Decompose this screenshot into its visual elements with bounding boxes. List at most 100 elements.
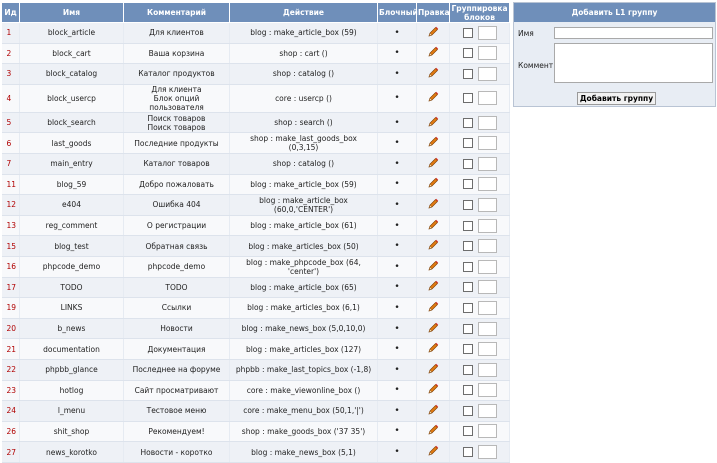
pencil-icon[interactable] — [427, 404, 439, 418]
pencil-icon[interactable] — [427, 260, 439, 274]
row-name: phpcode_demo — [19, 256, 124, 278]
row-id: 16 — [1, 256, 20, 278]
row-group-cell — [449, 22, 510, 44]
row-block-flag: • — [377, 194, 417, 216]
row-name: main_entry — [19, 153, 124, 175]
pencil-icon[interactable] — [427, 46, 439, 60]
pencil-icon[interactable] — [427, 383, 439, 397]
row-block-flag: • — [377, 112, 417, 134]
pencil-icon[interactable] — [427, 322, 439, 336]
group-checkbox[interactable] — [462, 282, 473, 293]
add-group-button[interactable]: Добавить группу — [577, 92, 656, 105]
group-order-input[interactable] — [477, 156, 497, 171]
row-group-cell — [449, 43, 510, 65]
pencil-icon[interactable] — [427, 198, 439, 212]
group-checkbox[interactable] — [462, 323, 473, 334]
group-order-input[interactable] — [477, 259, 497, 274]
group-order-input[interactable] — [477, 362, 497, 377]
block-dot: • — [394, 364, 400, 375]
group-order-input[interactable] — [477, 66, 497, 81]
group-checkbox[interactable] — [462, 385, 473, 396]
row-action: shop : catalog () — [229, 153, 378, 175]
table-body: 1 block_article Для клиентов blog : make_ar… — [1, 22, 510, 463]
row-comment: Ошибка 404 — [123, 194, 230, 216]
table-row: 15 blog_test Обратная связь blog : make_art… — [1, 235, 510, 257]
group-order-input[interactable] — [477, 115, 497, 130]
group-checkbox[interactable] — [462, 344, 473, 355]
group-order-input[interactable] — [477, 218, 497, 233]
table-row: 22 phpbb_glance Последнее на форуме phpbb :… — [1, 359, 510, 381]
table-row: 11 blog_59 Добро пожаловать blog : make_art… — [1, 174, 510, 196]
pencil-icon[interactable] — [427, 239, 439, 253]
group-checkbox[interactable] — [462, 241, 473, 252]
add-group-title: Добавить L1 группу — [514, 3, 715, 22]
pencil-icon[interactable] — [427, 301, 439, 315]
pencil-icon[interactable] — [427, 219, 439, 233]
pencil-icon[interactable] — [427, 445, 439, 459]
group-order-input[interactable] — [477, 383, 497, 398]
group-checkbox[interactable] — [462, 117, 473, 128]
row-group-cell — [449, 132, 510, 154]
group-order-input[interactable] — [477, 239, 497, 254]
group-checkbox[interactable] — [462, 405, 473, 416]
table-row: 5 block_search Поиск товаров Поиск товаров… — [1, 112, 510, 134]
pencil-icon[interactable] — [427, 280, 439, 294]
group-checkbox[interactable] — [462, 93, 473, 104]
pencil-icon[interactable] — [427, 157, 439, 171]
pencil-icon[interactable] — [427, 342, 439, 356]
row-action: core : make_viewonline_box () — [229, 380, 378, 402]
group-checkbox[interactable] — [462, 138, 473, 149]
group-comment-textarea[interactable] — [554, 43, 713, 83]
group-checkbox[interactable] — [462, 179, 473, 190]
pencil-icon[interactable] — [427, 136, 439, 150]
group-order-input[interactable] — [477, 91, 497, 106]
header-name: Имя — [19, 2, 124, 23]
pencil-icon[interactable] — [427, 26, 439, 40]
row-edit-cell — [416, 63, 450, 85]
group-order-input[interactable] — [477, 424, 497, 439]
row-comment: Поиск товаров Поиск товаров — [123, 112, 230, 134]
group-order-input[interactable] — [477, 321, 497, 336]
row-action: blog : make_article_box (59) — [229, 22, 378, 44]
group-order-input[interactable] — [477, 445, 497, 460]
group-checkbox[interactable] — [462, 27, 473, 38]
group-order-input[interactable] — [477, 403, 497, 418]
row-id: 21 — [1, 338, 20, 360]
group-order-input[interactable] — [477, 197, 497, 212]
group-checkbox[interactable] — [462, 48, 473, 59]
group-order-input[interactable] — [477, 136, 497, 151]
group-name-input[interactable] — [554, 27, 713, 39]
group-order-input[interactable] — [477, 177, 497, 192]
row-id: 19 — [1, 297, 20, 319]
pencil-icon[interactable] — [427, 67, 439, 81]
row-name: b_news — [19, 318, 124, 340]
row-edit-cell — [416, 297, 450, 319]
row-comment: Ссылки — [123, 297, 230, 319]
group-checkbox[interactable] — [462, 199, 473, 210]
pencil-icon[interactable] — [427, 116, 439, 130]
header-edit: Правка — [416, 2, 450, 23]
header-action: Действие — [229, 2, 378, 23]
pencil-icon[interactable] — [427, 91, 439, 105]
pencil-icon[interactable] — [427, 424, 439, 438]
group-order-input[interactable] — [477, 342, 497, 357]
group-checkbox[interactable] — [462, 68, 473, 79]
row-name: news_korotko — [19, 441, 124, 463]
pencil-icon[interactable] — [427, 177, 439, 191]
group-checkbox[interactable] — [462, 220, 473, 231]
group-checkbox[interactable] — [462, 302, 473, 313]
row-action: blog : make_articles_box (6,1) — [229, 297, 378, 319]
row-edit-cell — [416, 84, 450, 113]
group-order-input[interactable] — [477, 300, 497, 315]
pencil-icon[interactable] — [427, 363, 439, 377]
group-checkbox[interactable] — [462, 261, 473, 272]
group-order-input[interactable] — [477, 25, 497, 40]
group-checkbox[interactable] — [462, 364, 473, 375]
name-label: Имя — [518, 29, 534, 38]
group-checkbox[interactable] — [462, 158, 473, 169]
group-checkbox[interactable] — [462, 426, 473, 437]
block-dot: • — [394, 261, 400, 272]
group-checkbox[interactable] — [462, 447, 473, 458]
group-order-input[interactable] — [477, 280, 497, 295]
group-order-input[interactable] — [477, 46, 497, 61]
